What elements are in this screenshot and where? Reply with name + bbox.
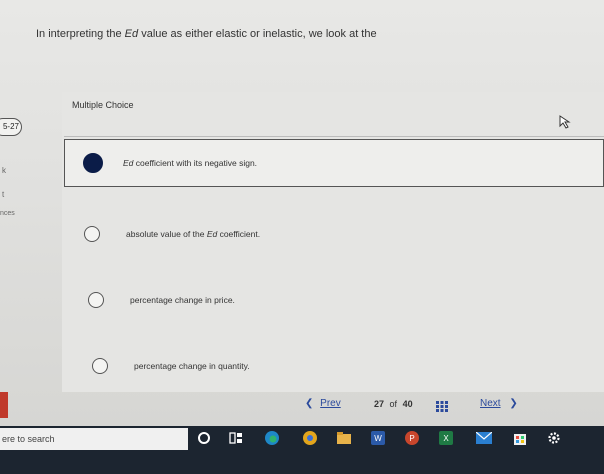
answer-option-3-text: percentage change in price. (130, 295, 235, 305)
grid-icon[interactable] (436, 401, 448, 412)
answer-option-4[interactable]: percentage change in quantity. (92, 358, 250, 374)
question-text: In interpreting the Ed value as either e… (36, 28, 377, 40)
mouse-pointer-icon (559, 115, 571, 129)
excel-icon[interactable]: X (438, 430, 454, 446)
chevron-left-icon: ❮ (305, 398, 314, 409)
question-type-label: Multiple Choice (72, 100, 134, 110)
answer-option-2[interactable]: absolute value of the Ed coefficient. (84, 226, 260, 242)
cortana-icon[interactable] (196, 430, 212, 446)
answer-option-1[interactable]: Ed coefficient with its negative sign. (64, 139, 604, 187)
settings-icon[interactable] (546, 430, 562, 446)
task-view-icon[interactable] (228, 430, 244, 446)
powerpoint-icon[interactable]: P (404, 430, 420, 446)
file-explorer-icon[interactable] (336, 430, 352, 446)
question-suffix: value as either elastic or inelastic, we… (138, 28, 377, 40)
question-term: Ed (124, 28, 139, 40)
word-icon[interactable]: W (370, 430, 386, 446)
page-total: 40 (402, 399, 413, 409)
radio-icon[interactable] (92, 358, 108, 374)
store-icon[interactable] (512, 430, 528, 446)
answer-option-3[interactable]: percentage change in price. (88, 292, 235, 308)
radio-icon[interactable] (88, 292, 104, 308)
radio-selected-icon[interactable] (83, 153, 103, 173)
svg-text:X: X (443, 434, 449, 443)
prev-button[interactable]: ❮ Prev (305, 398, 341, 409)
page-indicator: 27 of 40 (374, 399, 413, 409)
sidebar-item-t[interactable]: t (2, 190, 4, 199)
answer-option-1-text: Ed coefficient with its negative sign. (123, 158, 258, 168)
svg-text:W: W (374, 434, 382, 443)
radio-icon[interactable] (84, 226, 100, 242)
chevron-right-icon: ❯ (509, 398, 518, 409)
search-placeholder: ere to search (2, 434, 55, 444)
sidebar-item-references[interactable]: nces (0, 210, 15, 217)
question-number-badge[interactable]: 5-27 (0, 118, 22, 136)
answer-option-2-text: absolute value of the Ed coefficient. (126, 229, 261, 239)
divider (64, 136, 604, 137)
next-label: Next (480, 398, 501, 409)
page-of: of (389, 399, 398, 409)
browser-content: In interpreting the Ed value as either e… (0, 0, 604, 426)
question-prefix: In interpreting the (36, 28, 125, 40)
mail-icon[interactable] (476, 430, 492, 446)
edge-icon[interactable] (264, 430, 280, 446)
sidebar-item-k[interactable]: k (2, 166, 6, 175)
chrome-icon[interactable] (302, 430, 318, 446)
svg-text:P: P (409, 434, 414, 443)
side-tab[interactable] (0, 392, 8, 418)
answer-option-4-text: percentage change in quantity. (134, 361, 250, 371)
prev-label: Prev (320, 398, 341, 409)
page-current: 27 (374, 399, 385, 409)
question-panel (62, 92, 604, 392)
next-button[interactable]: Next ❯ (480, 398, 518, 409)
